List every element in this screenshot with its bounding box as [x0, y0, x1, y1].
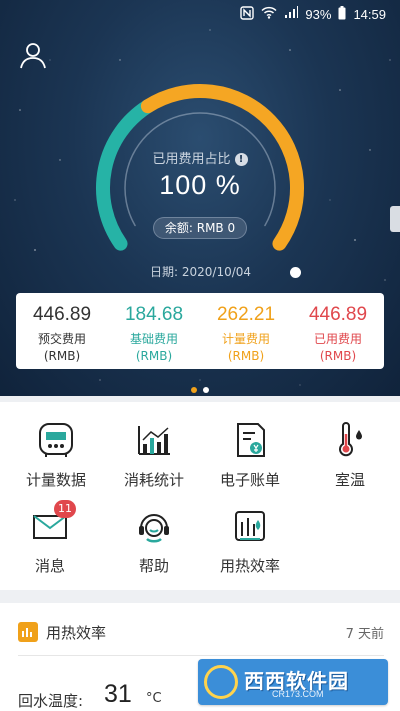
- watermark-logo: 西西软件园 CR173.COM: [198, 659, 388, 705]
- fee-label: 基础费用 (RMB): [129, 332, 178, 363]
- menu-label: 用热效率: [219, 557, 280, 575]
- menu-label: 帮助: [138, 557, 169, 575]
- function-grid: 计量数据 消耗统计 电子账单 室温 11 消息 帮助 用热效率: [0, 402, 400, 590]
- page-dot[interactable]: [203, 387, 209, 393]
- menu-item-heat-efficiency[interactable]: 用热效率: [200, 506, 300, 576]
- menu-item-help[interactable]: 帮助: [104, 506, 204, 576]
- thermometer-icon: [330, 420, 370, 460]
- info-icon[interactable]: !: [234, 153, 248, 166]
- usage-percent: 100 %: [159, 170, 241, 200]
- bar-chart-icon: [134, 420, 174, 460]
- status-bar: 93% 14:59: [0, 0, 400, 28]
- heat-efficiency-icon: [230, 506, 270, 546]
- fee-label: 已用费用 (RMB): [313, 332, 362, 363]
- page-dot-active[interactable]: [191, 387, 197, 393]
- menu-item-messages[interactable]: 11 消息: [0, 500, 100, 576]
- divider: [18, 655, 384, 656]
- summary-panel: 93% 14:59 已用费用占比! 100 % 余额: RMB 0 日期: 20…: [0, 0, 400, 396]
- watermark-subtitle: CR173.COM: [272, 689, 324, 699]
- user-profile-icon[interactable]: [18, 40, 48, 70]
- signal-icon: [284, 6, 299, 22]
- page-indicator: [0, 378, 400, 396]
- clock: 14:59: [353, 6, 386, 22]
- balance-pill: 余额: RMB 0: [153, 217, 247, 239]
- menu-item-room-temp[interactable]: 室温: [300, 420, 400, 490]
- usage-ratio-label: 已用费用占比!: [0, 148, 400, 167]
- meter-icon: [36, 420, 76, 460]
- fee-amount: 446.89: [308, 304, 368, 325]
- battery-percent: 93%: [305, 6, 332, 22]
- fee-base[interactable]: 184.68 基础费用 (RMB): [108, 293, 200, 369]
- fee-label: 计量费用 (RMB): [221, 332, 270, 363]
- fee-used[interactable]: 446.89 已用费用 (RMB): [292, 293, 384, 369]
- nfc-icon: [240, 5, 255, 23]
- menu-item-e-bill[interactable]: 电子账单: [200, 420, 300, 490]
- card-timestamp: 7 天前: [345, 627, 384, 642]
- watermark-ring-icon: [204, 665, 238, 699]
- wifi-icon: [261, 6, 277, 22]
- return-temp-label: 回水温度:: [18, 692, 84, 710]
- menu-label: 消耗统计: [123, 471, 184, 489]
- side-drawer-handle[interactable]: [390, 206, 400, 232]
- gauge-knob: [290, 267, 301, 278]
- mail-icon: 11: [30, 500, 76, 546]
- menu-item-meter-data[interactable]: 计量数据: [6, 420, 106, 490]
- fee-label: 预交费用 (RMB): [37, 332, 86, 363]
- card-header: 用热效率 7 天前: [18, 621, 384, 645]
- headset-icon: [134, 506, 174, 546]
- battery-icon: [338, 5, 346, 23]
- menu-label: 电子账单: [219, 471, 280, 489]
- unread-badge: 11: [54, 500, 76, 518]
- menu-label: 计量数据: [25, 471, 86, 489]
- gauge-date: 日期: 2020/10/04: [150, 265, 252, 279]
- menu-label: 室温: [334, 471, 365, 489]
- bill-icon: [230, 420, 270, 460]
- fee-metered[interactable]: 262.21 计量费用 (RMB): [200, 293, 292, 369]
- menu-label: 消息: [34, 557, 65, 575]
- fee-amount: 446.89: [32, 304, 92, 325]
- fee-amount: 262.21: [216, 304, 276, 325]
- return-temp-unit: °C: [146, 691, 162, 706]
- card-title: 用热效率: [46, 624, 107, 642]
- heat-efficiency-small-icon: [18, 622, 38, 642]
- fee-summary-card: 446.89 预交费用 (RMB) 184.68 基础费用 (RMB) 262.21…: [16, 293, 384, 369]
- menu-item-consumption-stats[interactable]: 消耗统计: [104, 420, 204, 490]
- fee-amount: 184.68: [124, 304, 184, 325]
- return-temp-value: 31: [104, 680, 132, 708]
- fee-prepaid[interactable]: 446.89 预交费用 (RMB): [16, 293, 108, 369]
